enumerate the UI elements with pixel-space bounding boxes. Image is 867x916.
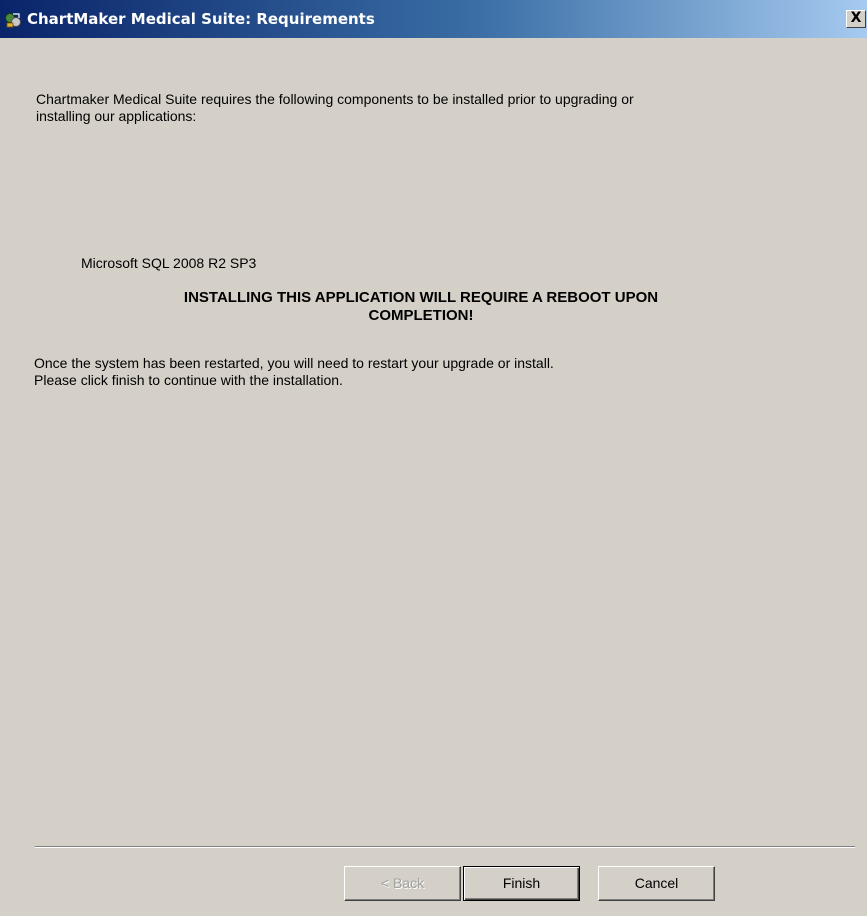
requirements-dialog: ChartMaker Medical Suite: Requirements X…	[0, 0, 867, 916]
intro-line-1: Chartmaker Medical Suite requires the fo…	[36, 91, 634, 107]
warning-line-2: COMPLETION!	[368, 307, 474, 324]
close-icon: X	[850, 10, 862, 26]
back-button[interactable]: < Back	[344, 866, 461, 901]
window-title: ChartMaker Medical Suite: Requirements	[27, 10, 375, 28]
title-bar[interactable]: ChartMaker Medical Suite: Requirements X	[0, 0, 867, 38]
warning-line-1: INSTALLING THIS APPLICATION WILL REQUIRE…	[183, 289, 659, 306]
close-button[interactable]: X	[846, 10, 866, 28]
component-name: Microsoft SQL 2008 R2 SP3	[81, 255, 257, 271]
restart-note: Once the system has been restarted, you …	[34, 355, 814, 389]
finish-button[interactable]: Finish	[463, 866, 580, 901]
note-line-1: Once the system has been restarted, you …	[34, 355, 554, 371]
note-line-2: Please click finish to continue with the…	[34, 372, 343, 388]
installer-icon	[5, 13, 21, 28]
reboot-warning: INSTALLING THIS APPLICATION WILL REQUIRE…	[86, 289, 756, 325]
intro-line-2: installing our applications:	[36, 108, 197, 124]
intro-text: Chartmaker Medical Suite requires the fo…	[36, 91, 796, 125]
cancel-button[interactable]: Cancel	[598, 866, 715, 901]
button-separator	[35, 846, 855, 848]
